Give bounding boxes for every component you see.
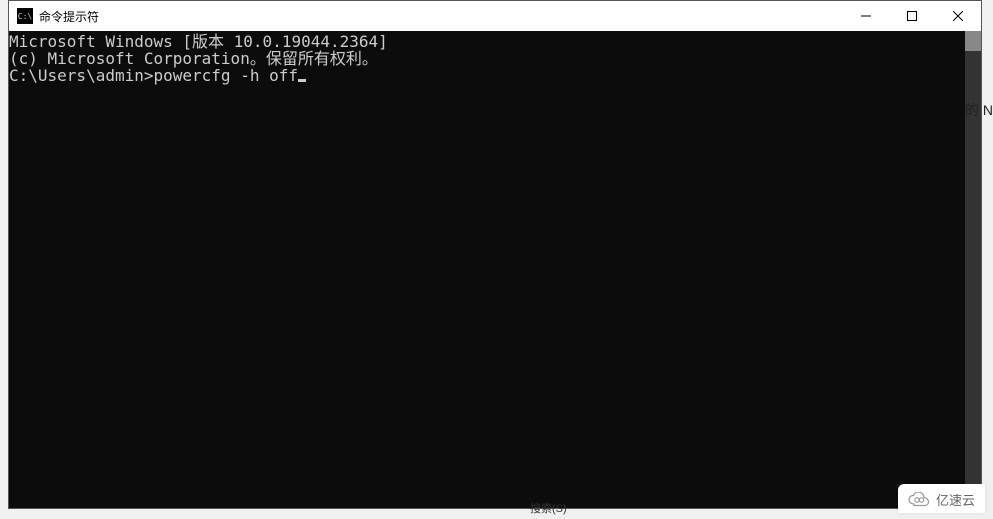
terminal-prompt-line: C:\Users\admin>powercfg -h off xyxy=(9,67,965,84)
maximize-button[interactable] xyxy=(889,1,935,31)
scroll-thumb[interactable] xyxy=(965,31,981,51)
terminal-body: Microsoft Windows [版本 10.0.19044.2364](c… xyxy=(9,31,981,508)
watermark-text: 亿速云 xyxy=(936,490,975,509)
terminal-prompt: C:\Users\admin> xyxy=(9,66,154,85)
titlebar[interactable]: C:\ 命令提示符 xyxy=(9,1,981,31)
minimize-icon xyxy=(861,11,871,21)
background-text-bottom: 搜索(S) xyxy=(530,500,567,516)
terminal-content[interactable]: Microsoft Windows [版本 10.0.19044.2364](c… xyxy=(9,31,965,508)
maximize-icon xyxy=(907,11,917,21)
close-icon xyxy=(953,11,963,21)
terminal-cursor xyxy=(298,79,306,82)
close-button[interactable] xyxy=(935,1,981,31)
watermark: 亿速云 xyxy=(898,484,985,513)
cmd-icon: C:\ xyxy=(17,8,33,24)
window-controls xyxy=(843,1,981,31)
minimize-button[interactable] xyxy=(843,1,889,31)
terminal-command: powercfg -h off xyxy=(154,66,299,85)
terminal-line: Microsoft Windows [版本 10.0.19044.2364] xyxy=(9,33,965,50)
window-title: 命令提示符 xyxy=(39,8,843,25)
terminal-line: (c) Microsoft Corporation。保留所有权利。 xyxy=(9,50,965,67)
background-text-right: 的 N xyxy=(965,100,993,120)
cloud-icon xyxy=(908,492,932,508)
cmd-window: C:\ 命令提示符 Microsoft Windows [版本 10.0.190… xyxy=(8,0,982,509)
